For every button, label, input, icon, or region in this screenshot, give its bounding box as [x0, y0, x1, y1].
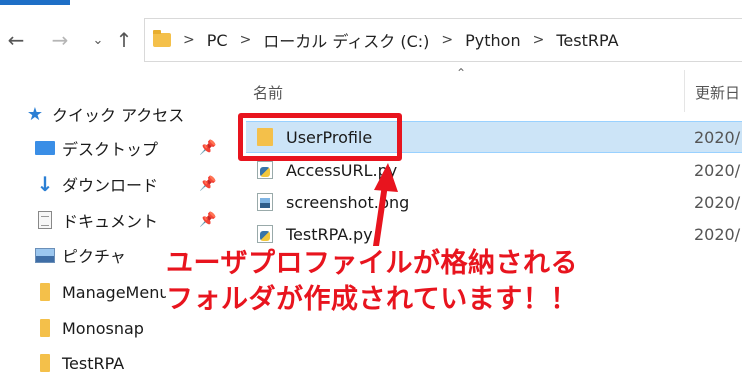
annotation-arrow-icon [373, 163, 398, 249]
annotation-note: ユーザプロファイルが格納される フォルダが作成されています！！ [166, 246, 606, 318]
annotation-line-2: フォルダが作成されています！！ [166, 284, 578, 315]
annotation-line-1: ユーザプロファイルが格納される [166, 248, 578, 279]
